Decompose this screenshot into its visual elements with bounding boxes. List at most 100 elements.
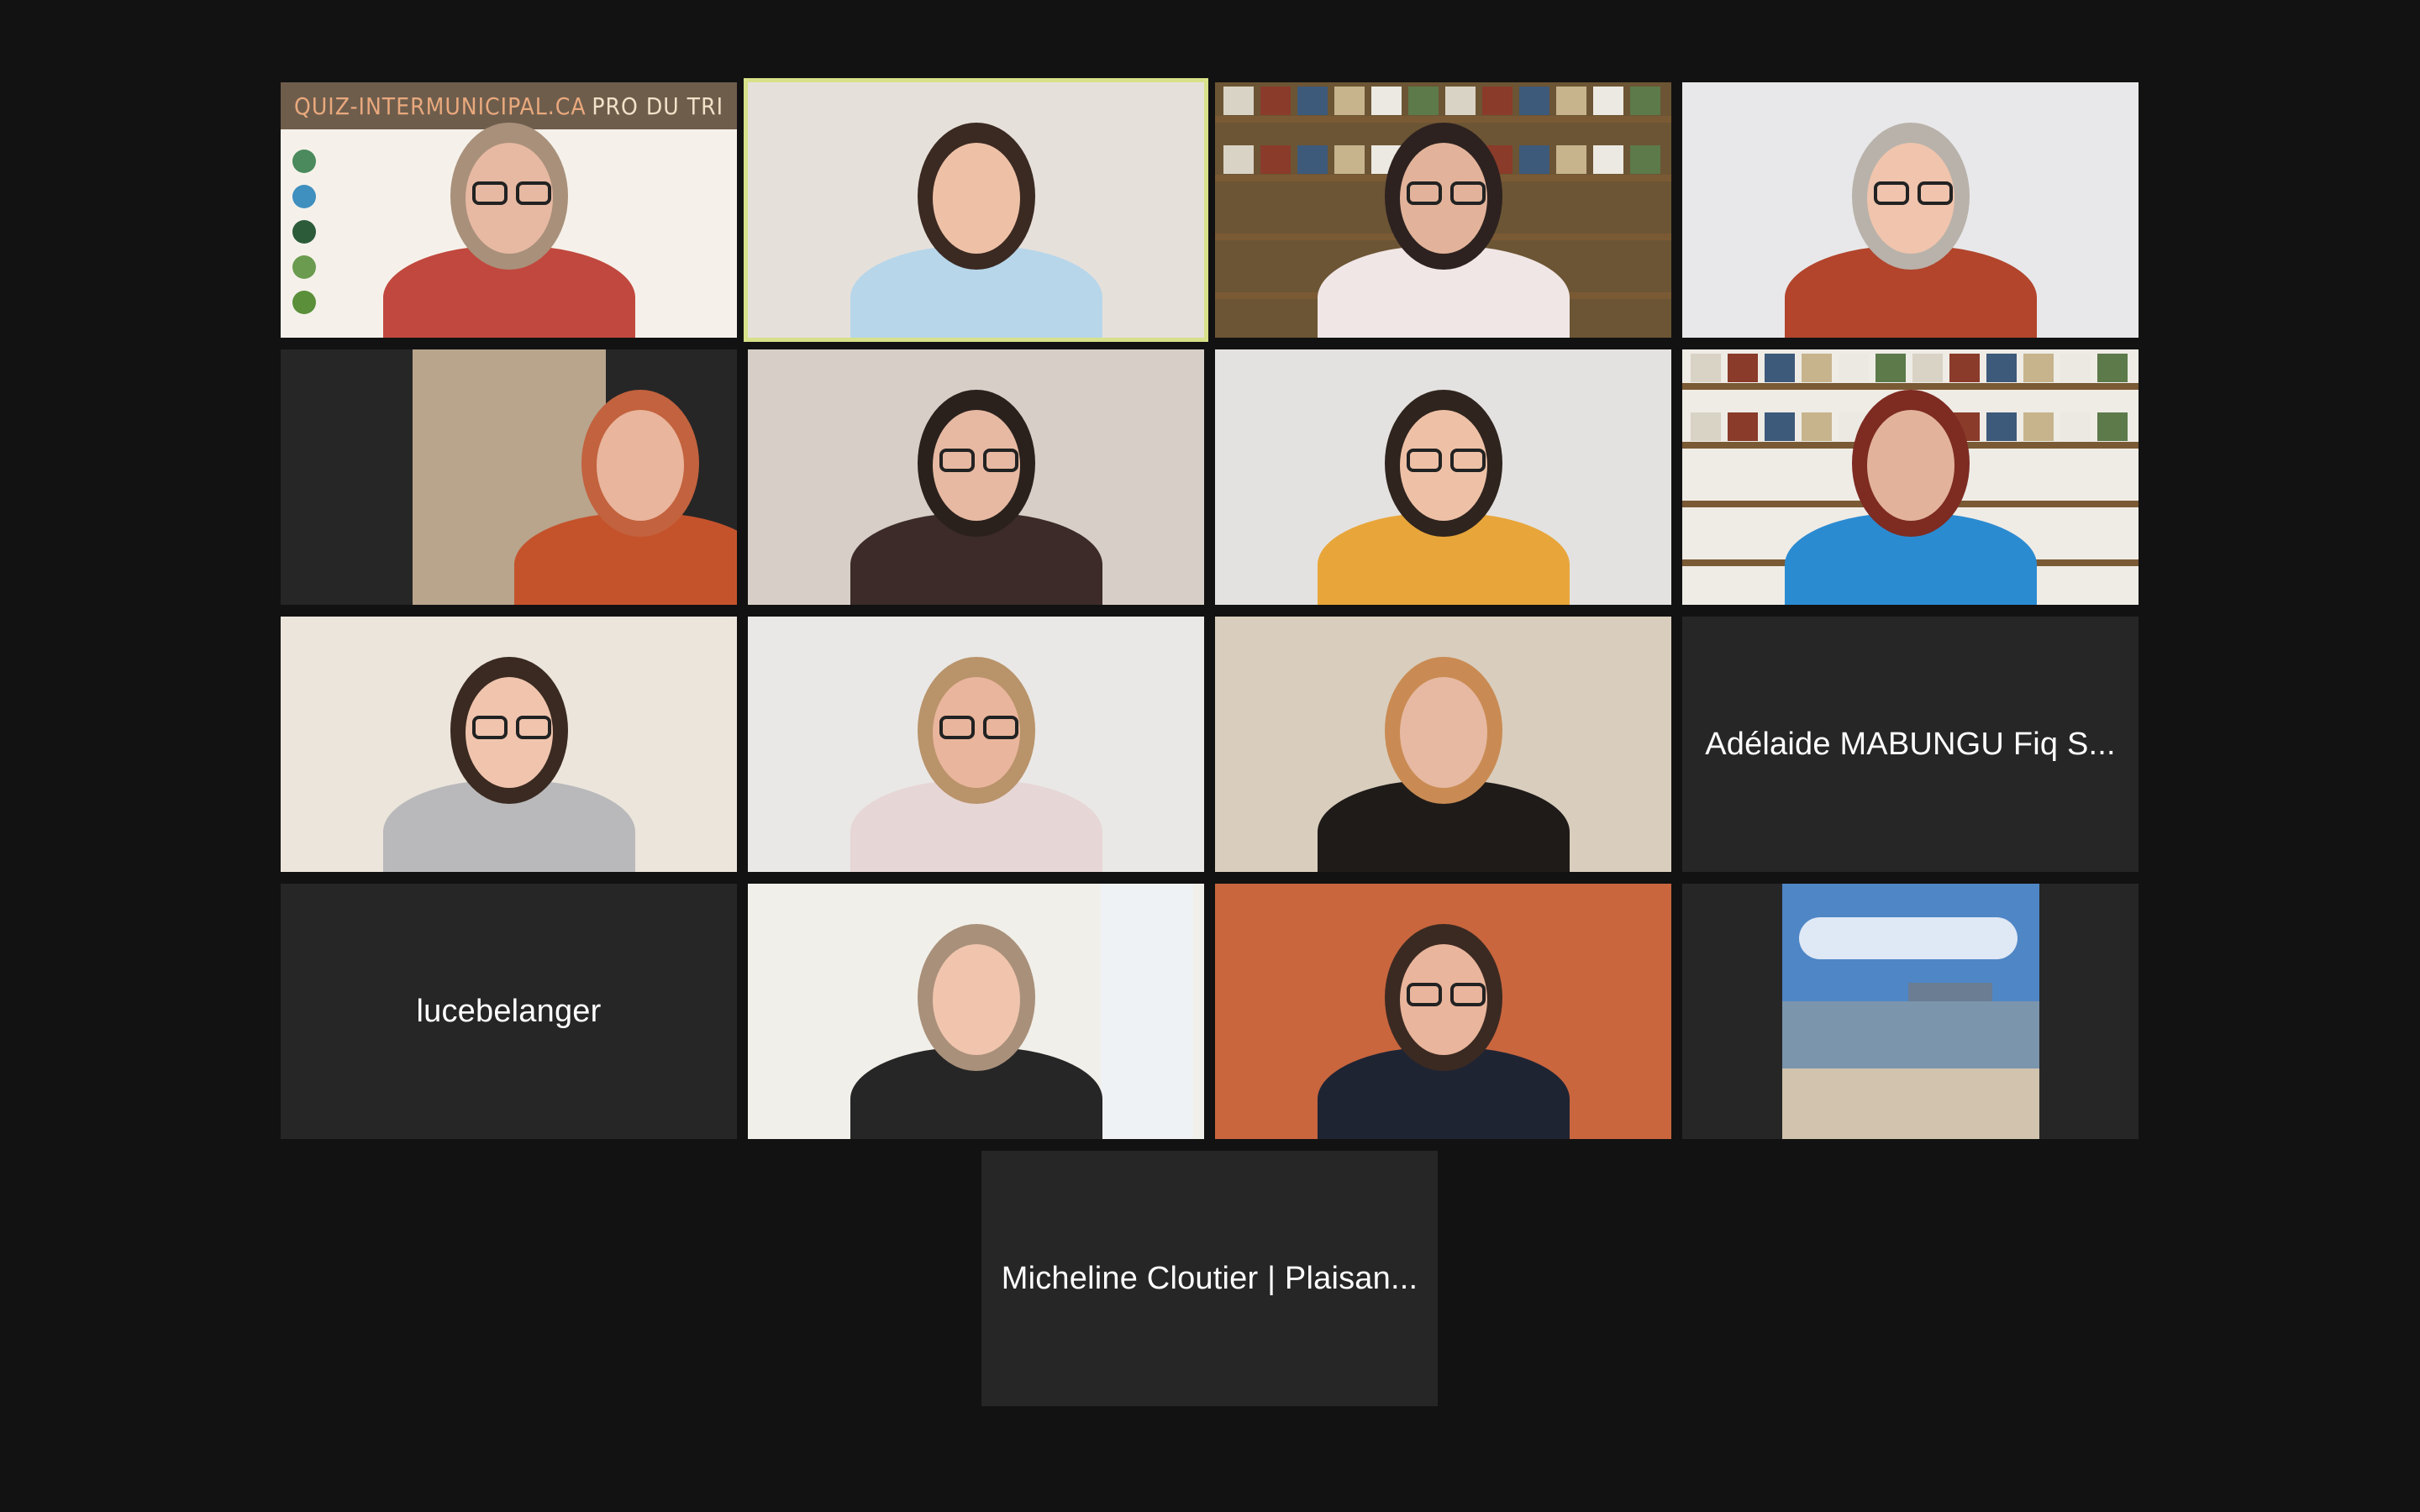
book [1519, 145, 1549, 174]
banner-site-text: QUIZ-INTERMUNICIPAL.CA [294, 92, 587, 120]
participant-face [1866, 410, 1954, 521]
participant-face [932, 143, 1020, 254]
book [1556, 87, 1586, 115]
book [2023, 412, 2054, 441]
book [1371, 87, 1402, 115]
book [2097, 412, 2128, 441]
participant-video-tile[interactable] [748, 617, 1204, 872]
book [1445, 87, 1476, 115]
participant-video-tile[interactable] [281, 617, 737, 872]
participant-name: Adélaide MABUNGU Fiq S... [1705, 726, 2116, 762]
book [1630, 145, 1660, 174]
participant-video-tile[interactable] [1682, 82, 2139, 338]
participant-name-tile[interactable]: lucebelanger [281, 884, 737, 1139]
glasses-icon [1406, 449, 1442, 472]
book [2060, 354, 2091, 382]
camera-feed [748, 617, 1204, 872]
bookshelf [1682, 383, 2139, 390]
book [2023, 354, 2054, 382]
logo-icon [292, 185, 316, 208]
participant-video-tile[interactable] [1682, 884, 2139, 1139]
participant-video-tile[interactable] [1215, 617, 1671, 872]
glasses-icon [515, 716, 551, 739]
banner-title-text: PRO DU TRI [592, 92, 723, 120]
participant-video-tile[interactable]: QUIZ-INTERMUNICIPAL.CA PRO DU TRI [281, 82, 737, 338]
book [1630, 87, 1660, 115]
participant-video-tile[interactable] [1682, 349, 2139, 605]
camera-feed [748, 349, 1204, 605]
participant-video-tile[interactable] [748, 349, 1204, 605]
book [1986, 412, 2017, 441]
glasses-icon [1873, 181, 1909, 205]
book [2097, 354, 2128, 382]
glasses-icon [1917, 181, 1953, 205]
book [1691, 412, 1721, 441]
book [1593, 145, 1623, 174]
glasses-icon [1406, 983, 1442, 1006]
book [1297, 87, 1328, 115]
profile-photo [1781, 884, 2039, 1139]
logo-icon [292, 150, 316, 173]
book [1334, 145, 1365, 174]
camera-feed [1682, 82, 2139, 338]
cloud [1798, 917, 2018, 959]
logo-icon [292, 291, 316, 314]
glasses-icon [471, 716, 508, 739]
glasses-icon [1406, 181, 1442, 205]
book [1408, 87, 1439, 115]
camera-feed [748, 884, 1204, 1139]
participant-name: Micheline Cloutier | Plaisan... [1001, 1260, 1418, 1296]
book [1986, 354, 2017, 382]
book [1223, 87, 1254, 115]
participant-name: lucebelanger [416, 993, 602, 1029]
book [1728, 354, 1758, 382]
glasses-icon [939, 716, 975, 739]
book [1593, 87, 1623, 115]
participant-face [597, 410, 684, 521]
book [1519, 87, 1549, 115]
glasses-icon [1449, 983, 1486, 1006]
participant-video-tile[interactable] [281, 349, 737, 605]
book [2060, 412, 2091, 441]
window [1101, 884, 1193, 1139]
book [1260, 145, 1291, 174]
camera-feed [1215, 349, 1671, 605]
book [1334, 87, 1365, 115]
participant-video-tile[interactable] [1215, 884, 1671, 1139]
book [1765, 412, 1795, 441]
camera-feed: QUIZ-INTERMUNICIPAL.CA PRO DU TRI [281, 82, 737, 338]
participant-video-tile[interactable] [1215, 82, 1671, 338]
participant-video-tile[interactable] [1215, 349, 1671, 605]
book [1691, 354, 1721, 382]
camera-feed [281, 617, 737, 872]
bookshelf [1215, 116, 1671, 123]
participant-video-tile[interactable] [744, 78, 1208, 342]
camera-feed [748, 82, 1204, 338]
logo-icon [292, 220, 316, 244]
camera-feed [1682, 349, 2139, 605]
book [1949, 354, 1980, 382]
book [1876, 354, 1906, 382]
glasses-icon [982, 716, 1018, 739]
camera-feed [1215, 884, 1671, 1139]
participant-name-tile[interactable]: Adélaide MABUNGU Fiq S... [1682, 617, 2139, 872]
book [1802, 412, 1832, 441]
book [1223, 145, 1254, 174]
book [1728, 412, 1758, 441]
glasses-icon [1449, 181, 1486, 205]
participant-name-tile[interactable]: Micheline Cloutier | Plaisan... [981, 1151, 1438, 1406]
book [1556, 145, 1586, 174]
book [1839, 354, 1869, 382]
skyline [1907, 983, 1992, 1003]
glasses-icon [982, 449, 1018, 472]
beach [1781, 1068, 2039, 1139]
sponsor-logos [292, 150, 321, 314]
lake [1781, 1001, 2039, 1068]
glasses-icon [1449, 449, 1486, 472]
camera-feed [1215, 617, 1671, 872]
glasses-icon [515, 181, 551, 205]
camera-feed [412, 349, 737, 605]
glasses-icon [471, 181, 508, 205]
participant-video-tile[interactable] [748, 884, 1204, 1139]
participant-face [932, 944, 1020, 1055]
